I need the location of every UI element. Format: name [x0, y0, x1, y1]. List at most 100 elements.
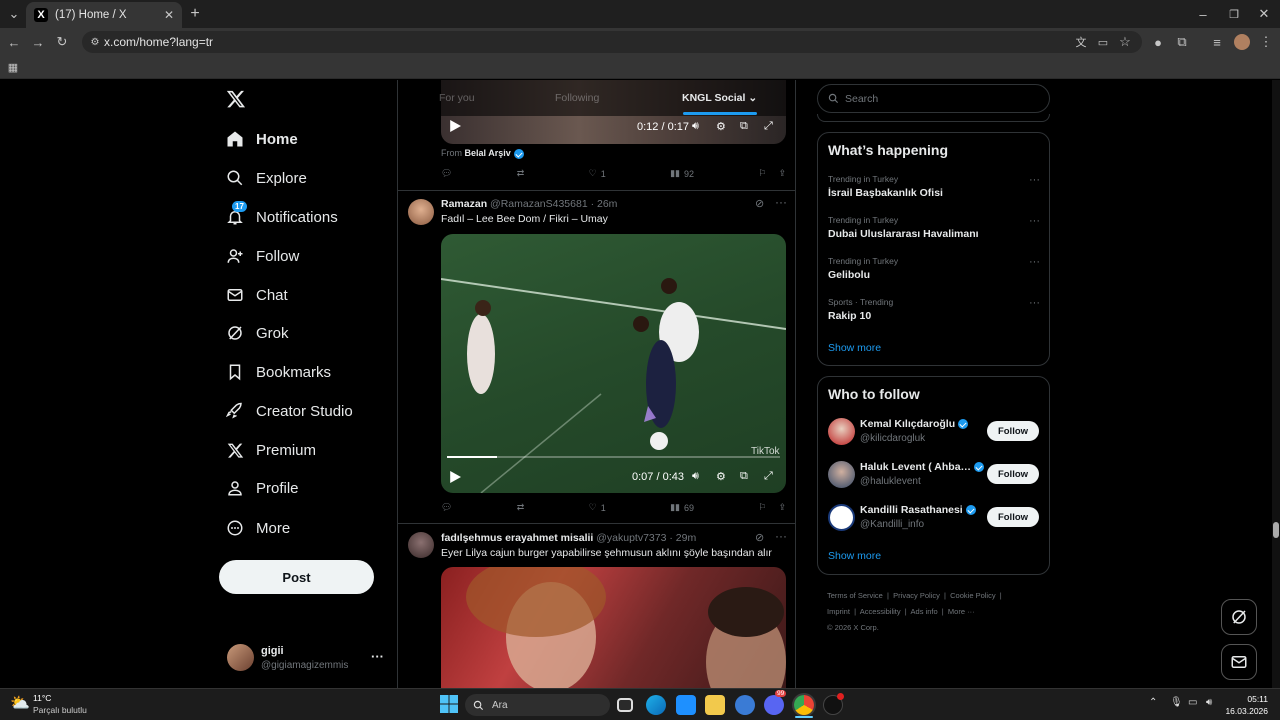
pip-icon[interactable]: ⧉: [740, 120, 748, 133]
nav-explore[interactable]: Explore: [226, 163, 307, 193]
store-icon[interactable]: [676, 695, 696, 715]
video-player[interactable]: 0:07 / 0:43 🔊︎ ⚙ ⧉ ⤢ TikTok: [441, 234, 786, 493]
translate-icon[interactable]: 文: [1070, 31, 1092, 53]
show-more-link[interactable]: Show more: [828, 342, 881, 354]
show-more-link[interactable]: Show more: [828, 550, 881, 562]
browser-menu-icon[interactable]: ⋮: [1255, 31, 1277, 53]
footer-link[interactable]: Privacy Policy: [893, 591, 940, 600]
grok-icon[interactable]: ⊘: [755, 531, 764, 544]
nav-creator-studio[interactable]: Creator Studio: [226, 396, 353, 426]
trend-item[interactable]: Trending in Turkey İsrail Başbakanlık Of…: [828, 174, 1040, 199]
clock-time[interactable]: 05:11: [1228, 694, 1268, 704]
trend-more-icon[interactable]: ···: [1029, 174, 1040, 186]
reading-list-icon[interactable]: ≡: [1206, 31, 1228, 53]
cast-icon[interactable]: ▭: [1092, 31, 1114, 53]
browser-tab[interactable]: X (17) Home / X ✕: [26, 2, 182, 28]
post-age[interactable]: · 26m: [591, 198, 618, 210]
volume-icon[interactable]: 🔊︎: [692, 120, 699, 133]
messages-float-button[interactable]: [1221, 644, 1257, 680]
file-explorer-icon[interactable]: [705, 695, 725, 715]
tab-for-you[interactable]: For you: [439, 92, 475, 104]
grok-float-button[interactable]: [1221, 599, 1257, 635]
tab-close-icon[interactable]: ✕: [164, 8, 174, 22]
play-icon[interactable]: [449, 471, 461, 483]
follow-button[interactable]: Follow: [987, 421, 1039, 441]
repost-icon[interactable]: ⇄: [517, 168, 525, 179]
trend-more-icon[interactable]: ···: [1029, 297, 1040, 309]
x-logo-icon[interactable]: [226, 89, 246, 109]
volume-icon[interactable]: 🔊︎: [692, 470, 699, 483]
avatar[interactable]: [408, 532, 434, 558]
fullscreen-icon[interactable]: ⤢: [764, 120, 773, 133]
tray-chevron-icon[interactable]: ⌃: [1149, 697, 1157, 708]
trend-item[interactable]: Trending in Turkey Dubai Uluslararası Ha…: [828, 215, 1040, 240]
author-name[interactable]: fadılşehmus erayahmet misalii: [441, 532, 593, 544]
follow-suggestion[interactable]: Haluk Levent ( Ahba… @haluklevent Follow: [818, 456, 1049, 494]
scrollbar-thumb[interactable]: [1273, 522, 1279, 538]
minimize-icon[interactable]: –: [1192, 3, 1214, 25]
clock-date[interactable]: 16.03.2026: [1220, 706, 1268, 716]
trend-more-icon[interactable]: ···: [1029, 256, 1040, 268]
settings-gear-icon[interactable]: ⚙: [716, 120, 726, 133]
forward-icon[interactable]: →: [27, 31, 49, 53]
extensions-icon[interactable]: ⧉: [1171, 31, 1193, 53]
trend-more-icon[interactable]: ···: [1029, 215, 1040, 227]
follow-button[interactable]: Follow: [987, 464, 1039, 484]
address-bar[interactable]: x.com/home?lang=tr: [82, 31, 1142, 53]
network-icon[interactable]: ▭: [1188, 697, 1197, 708]
volume-icon[interactable]: 🔊︎: [1206, 697, 1212, 708]
fullscreen-icon[interactable]: ⤢: [764, 470, 773, 483]
weather-icon[interactable]: ⛅: [10, 693, 30, 713]
app-icon[interactable]: [823, 693, 844, 715]
repost-icon[interactable]: ⇄: [517, 502, 525, 513]
new-tab-icon[interactable]: +: [184, 3, 206, 25]
author-name[interactable]: Ramazan: [441, 198, 487, 210]
post-more-icon[interactable]: ···: [775, 529, 787, 543]
restore-icon[interactable]: ❐: [1223, 3, 1245, 25]
trend-item[interactable]: Sports · Trending Rakip 10 ···: [828, 297, 1040, 322]
footer-link[interactable]: Accessibility: [860, 607, 901, 616]
taskbar-search[interactable]: Ara: [465, 694, 610, 716]
follow-suggestion[interactable]: Kemal Kılıçdaroğlu @kilicdarogluk Follow: [818, 413, 1049, 451]
post-age[interactable]: · 29m: [669, 532, 696, 544]
views-button[interactable]: ▮▮ 69: [670, 502, 694, 513]
tab-search-chevron-icon[interactable]: ⌄: [3, 3, 25, 25]
copilot-icon[interactable]: [735, 695, 755, 715]
window-close-icon[interactable]: ✕: [1253, 3, 1275, 25]
views-button[interactable]: ▮▮ 92: [670, 168, 694, 179]
site-info-icon[interactable]: ⚙: [84, 31, 106, 53]
tab-following[interactable]: Following: [555, 92, 599, 104]
back-icon[interactable]: ←: [3, 31, 25, 53]
footer-link[interactable]: Terms of Service: [827, 591, 883, 600]
microphone-icon[interactable]: 🎙︎: [1170, 697, 1183, 708]
play-icon[interactable]: [449, 120, 461, 132]
author-handle[interactable]: @yakuptv7373: [596, 532, 666, 544]
nav-follow[interactable]: Follow: [226, 241, 299, 271]
trend-item[interactable]: Trending in Turkey Gelibolu ···: [828, 256, 1040, 281]
page-scrollbar[interactable]: [1272, 80, 1280, 688]
reload-icon[interactable]: ↻: [51, 31, 73, 53]
reply-icon[interactable]: 💬︎: [441, 502, 452, 513]
progress-track[interactable]: [447, 456, 780, 458]
bookmark-icon[interactable]: ⚐: [758, 168, 766, 179]
avatar[interactable]: [408, 199, 434, 225]
browser-profile-avatar[interactable]: [1234, 34, 1250, 50]
nav-chat[interactable]: Chat: [226, 280, 288, 310]
apps-grid-icon[interactable]: ▦: [2, 56, 24, 78]
windows-start-icon[interactable]: [440, 695, 458, 713]
post-more-icon[interactable]: ···: [775, 195, 787, 209]
account-switcher[interactable]: gigii @gigiamagizemmis ···: [221, 640, 389, 678]
footer-link[interactable]: Imprint: [827, 607, 850, 616]
footer-link[interactable]: More ···: [948, 607, 975, 616]
chrome-icon[interactable]: [794, 695, 814, 715]
footer-link[interactable]: Ads info: [911, 607, 938, 616]
bookmark-star-icon[interactable]: ☆: [1114, 31, 1136, 53]
follow-suggestion[interactable]: Kandilli Rasathanesi @Kandilli_info Foll…: [818, 499, 1049, 537]
nav-grok[interactable]: Grok: [226, 318, 289, 348]
reply-icon[interactable]: 💬︎: [441, 168, 452, 179]
extension-mask-icon[interactable]: ●: [1147, 31, 1169, 53]
nav-home[interactable]: Home: [226, 124, 298, 154]
like-button[interactable]: ♡ 1: [589, 502, 606, 513]
author-handle[interactable]: @RamazanS435681: [490, 198, 588, 210]
like-button[interactable]: ♡ 1: [589, 168, 606, 179]
